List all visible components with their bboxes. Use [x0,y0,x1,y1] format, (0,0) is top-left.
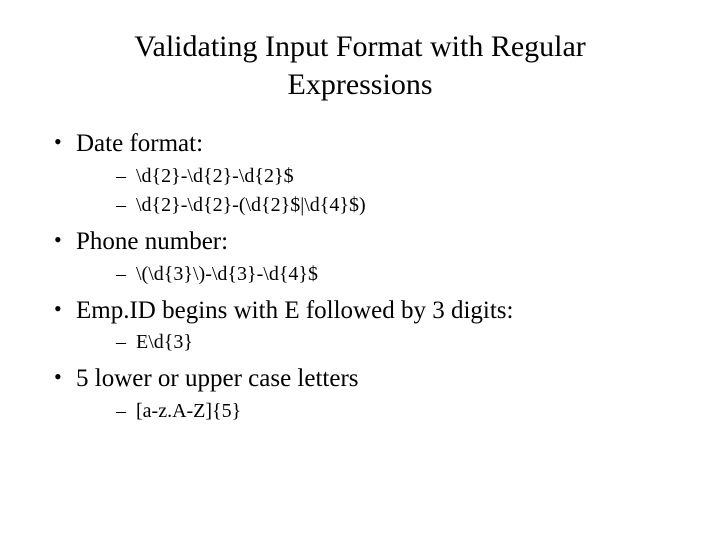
title-line-1: Validating Input Format with Regular [134,30,586,63]
sub-item: [a-z.A-Z]{5} [76,398,670,425]
list-item: 5 lower or upper case letters [a-z.A-Z]{… [50,362,670,425]
sub-item: E\d{3} [76,329,670,356]
item-label: Date format: [76,130,203,157]
bullet-list: Date format: \d{2}-\d{2}-\d{2}$ \d{2}-\d… [50,127,670,425]
item-label: Emp.ID begins with E followed by 3 digit… [76,297,513,324]
slide: Validating Input Format with Regular Exp… [0,0,720,540]
sub-item: \(\d{3}\)-\d{3}-\d{4}$ [76,261,670,288]
sub-list: E\d{3} [76,329,670,356]
page-title: Validating Input Format with Regular Exp… [50,28,670,103]
sub-list: [a-z.A-Z]{5} [76,398,670,425]
list-item: Date format: \d{2}-\d{2}-\d{2}$ \d{2}-\d… [50,127,670,219]
sub-list: \(\d{3}\)-\d{3}-\d{4}$ [76,261,670,288]
list-item: Emp.ID begins with E followed by 3 digit… [50,294,670,357]
sub-item: \d{2}-\d{2}-\d{2}$ [76,163,670,190]
sub-list: \d{2}-\d{2}-\d{2}$ \d{2}-\d{2}-(\d{2}$|\… [76,163,670,219]
item-label: Phone number: [76,228,228,255]
item-label: 5 lower or upper case letters [76,365,359,392]
sub-item: \d{2}-\d{2}-(\d{2}$|\d{4}$) [76,192,670,219]
list-item: Phone number: \(\d{3}\)-\d{3}-\d{4}$ [50,225,670,288]
title-line-2: Expressions [288,68,433,101]
